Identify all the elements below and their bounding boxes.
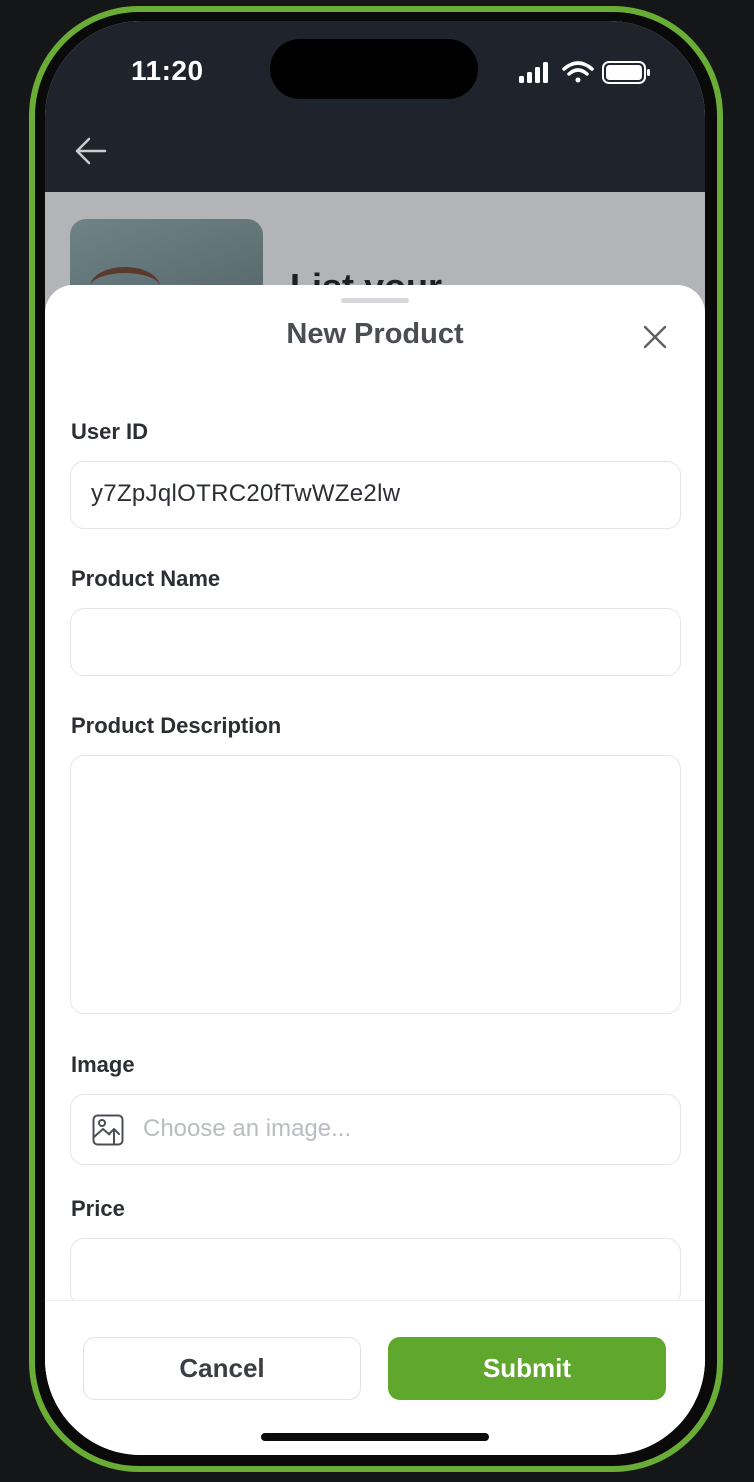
screen: 11:20 Li	[45, 21, 705, 1455]
user-id-label: User ID	[71, 419, 149, 444]
product-description-label: Product Description	[71, 713, 282, 738]
image-label: Image	[71, 1052, 135, 1077]
wifi-icon	[562, 61, 594, 83]
price-label: Price	[71, 1196, 125, 1221]
status-icons	[519, 61, 650, 84]
image-placeholder: Choose an image...	[143, 1115, 352, 1142]
product-description-field[interactable]	[70, 755, 681, 1014]
user-id-value: y7ZpJqlOTRC20fTwWZe2lw	[91, 480, 401, 507]
app-header: 11:20	[45, 21, 705, 192]
home-indicator	[261, 1433, 489, 1441]
footer-divider	[45, 1301, 705, 1307]
cancel-button[interactable]: Cancel	[83, 1337, 361, 1400]
user-id-field[interactable]: y7ZpJqlOTRC20fTwWZe2lw	[70, 461, 681, 529]
price-field[interactable]	[70, 1238, 681, 1306]
sheet-grabber[interactable]	[341, 298, 409, 303]
close-icon[interactable]	[641, 323, 669, 351]
submit-button[interactable]: Submit	[388, 1337, 666, 1400]
signal-icon	[519, 62, 548, 83]
sheet-title: New Product	[286, 318, 464, 350]
new-product-sheet: New Product User ID y7ZpJqlOTRC20fTwWZe2…	[45, 285, 705, 1455]
image-upload-icon	[92, 1114, 124, 1146]
battery-icon	[602, 61, 650, 84]
product-name-label: Product Name	[71, 566, 221, 591]
image-picker[interactable]: Choose an image...	[70, 1094, 681, 1165]
dynamic-island	[270, 39, 478, 99]
product-name-field[interactable]	[70, 608, 681, 676]
status-time: 11:20	[131, 55, 204, 86]
back-arrow-icon[interactable]	[71, 131, 111, 171]
